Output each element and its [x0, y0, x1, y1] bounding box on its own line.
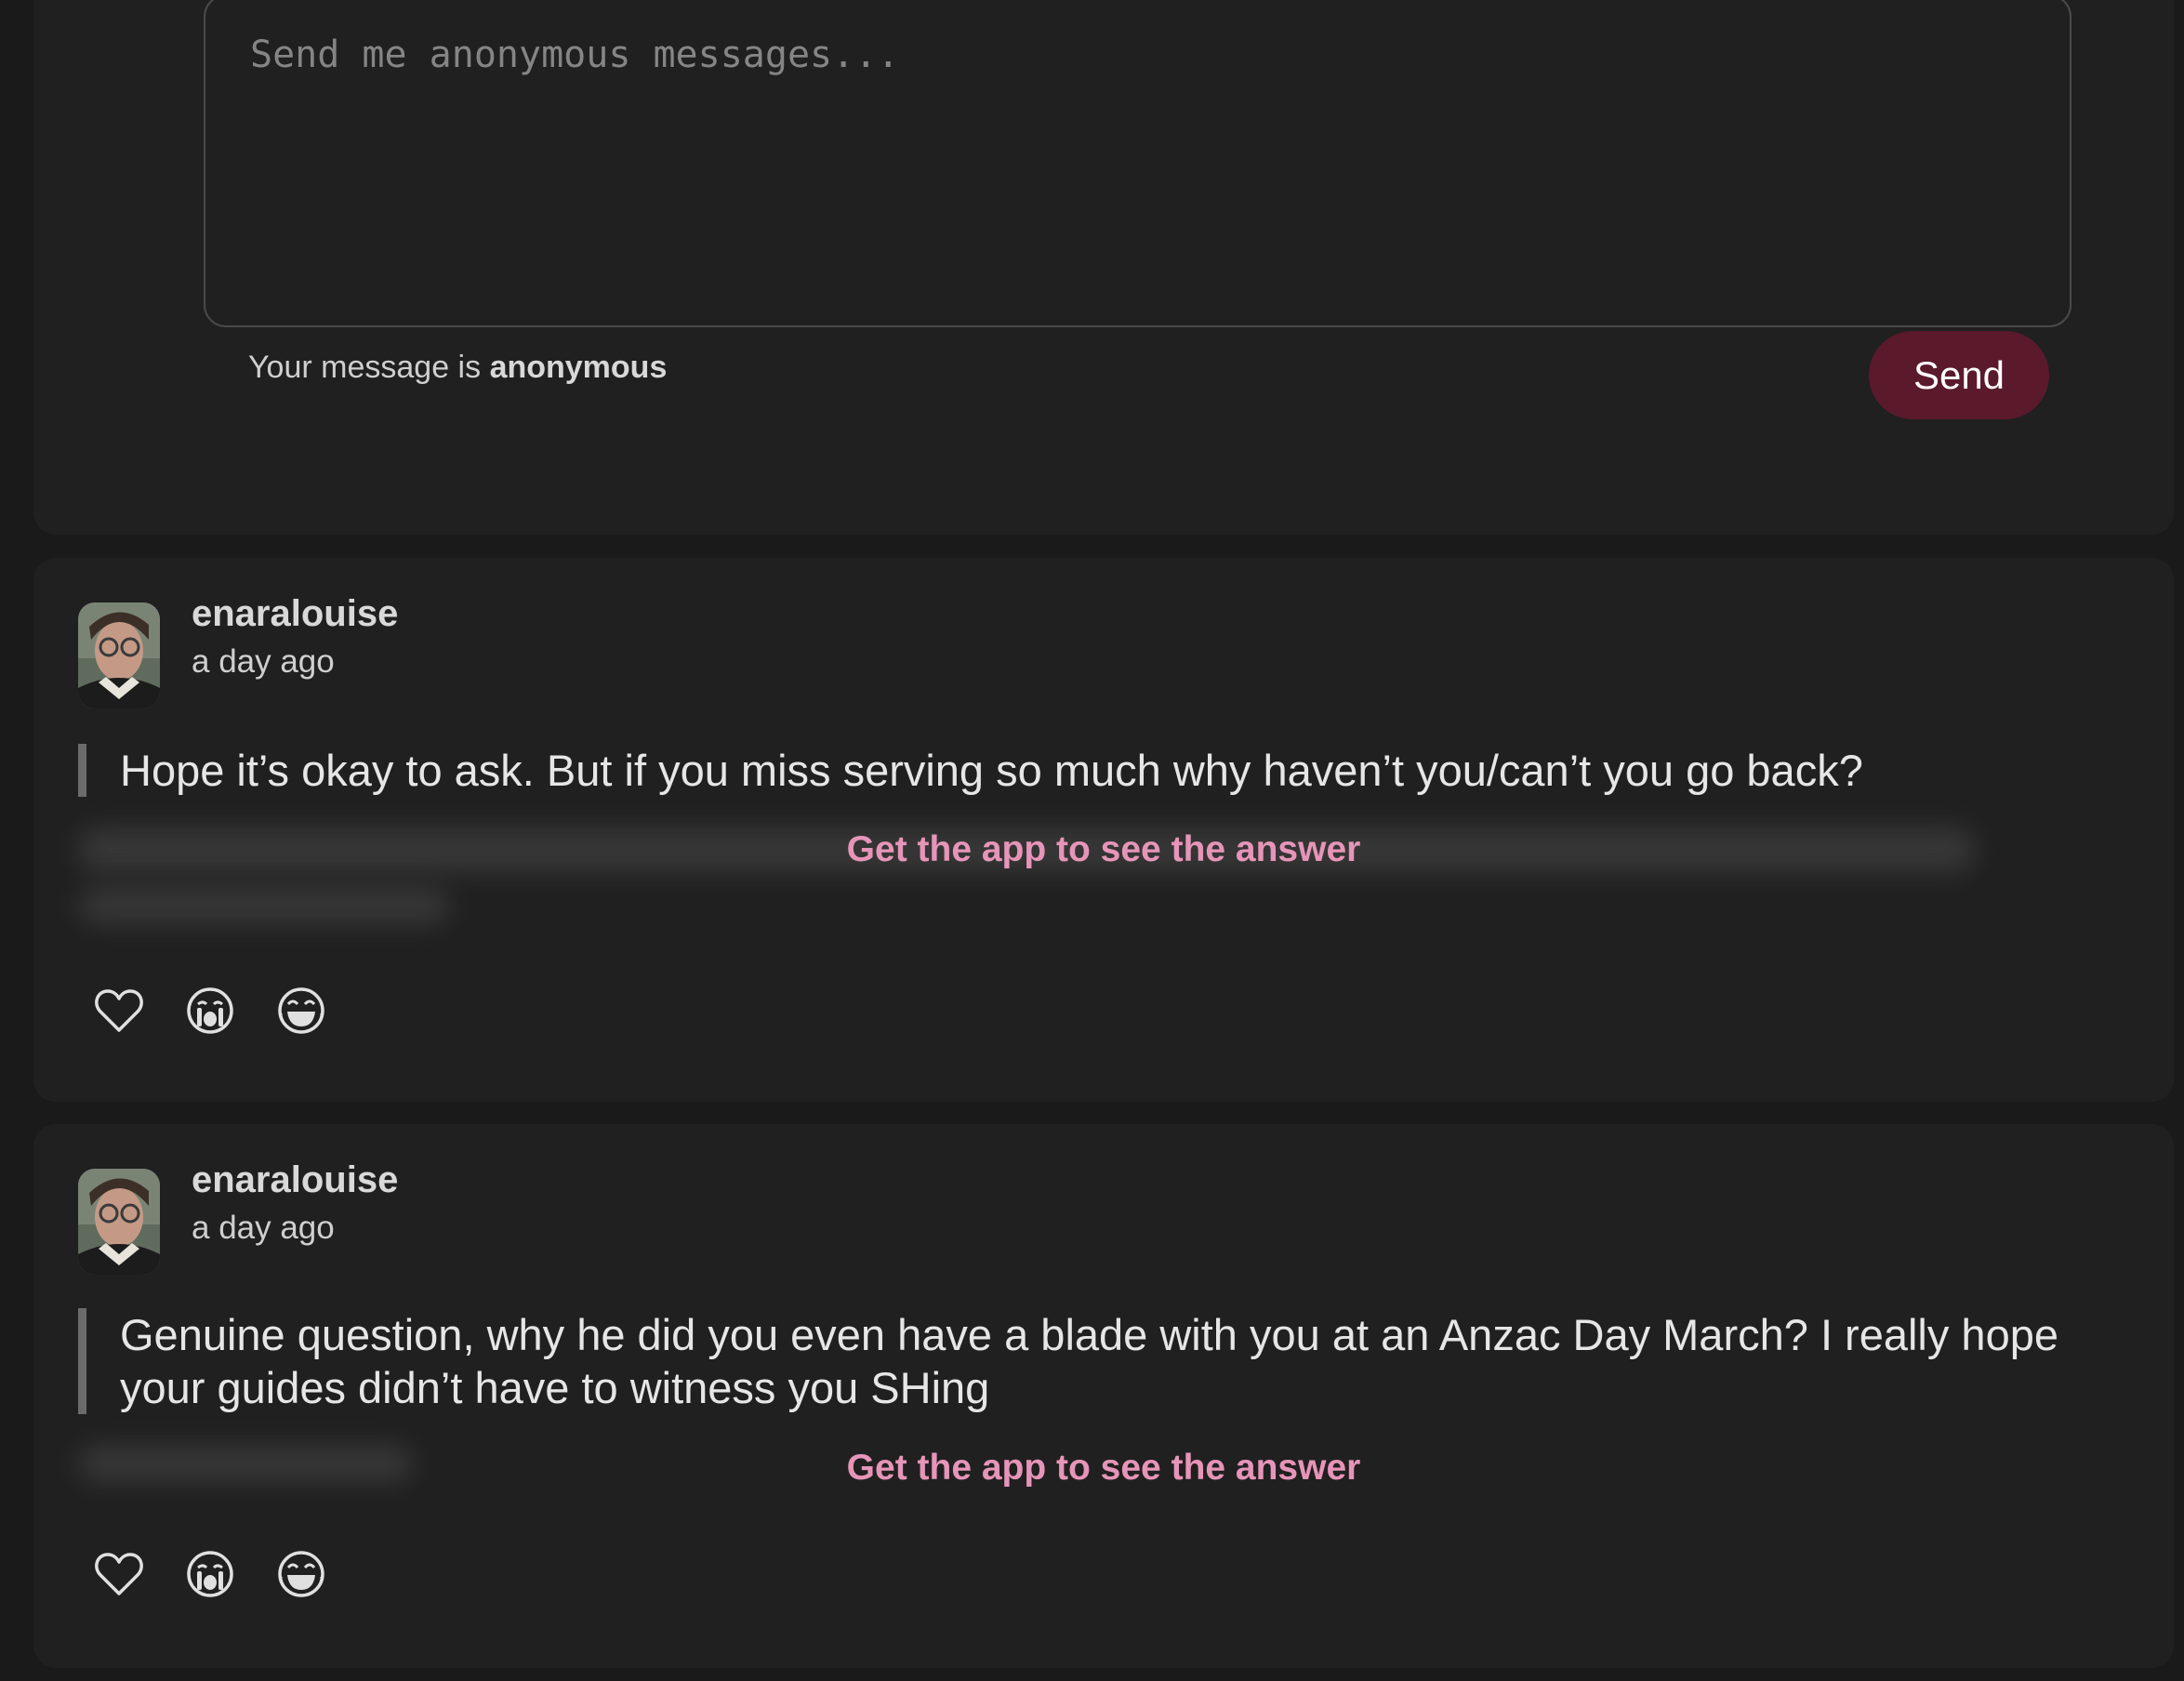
- get-app-link[interactable]: Get the app to see the answer: [33, 1448, 2174, 1489]
- get-app-link[interactable]: Get the app to see the answer: [33, 829, 2174, 870]
- avatar[interactable]: [78, 602, 160, 708]
- send-button[interactable]: Send: [1869, 331, 2049, 419]
- heart-icon[interactable]: [93, 1548, 145, 1600]
- reactions: [93, 1548, 327, 1600]
- question-card: enaralouise a day ago Hope it’s okay to …: [33, 558, 2174, 1102]
- question-text: Genuine question, why he did you even ha…: [78, 1308, 2142, 1414]
- compose-card: Your message is anonymous Send: [33, 0, 2174, 535]
- timestamp: a day ago: [192, 1210, 335, 1246]
- anonymous-note-emphasis: anonymous: [489, 350, 668, 385]
- username[interactable]: enaralouise: [192, 593, 398, 635]
- reactions: [93, 985, 327, 1037]
- crying-face-icon[interactable]: [184, 985, 236, 1037]
- laughing-face-icon[interactable]: [275, 985, 327, 1037]
- question-card: enaralouise a day ago Genuine question, …: [33, 1124, 2174, 1668]
- heart-icon[interactable]: [93, 985, 145, 1037]
- laughing-face-icon[interactable]: [275, 1548, 327, 1600]
- message-input[interactable]: [204, 0, 2071, 327]
- username[interactable]: enaralouise: [192, 1159, 398, 1201]
- crying-face-icon[interactable]: [184, 1548, 236, 1600]
- timestamp: a day ago: [192, 643, 335, 680]
- blurred-answer-line: [78, 887, 450, 924]
- anonymous-note: Your message is anonymous: [248, 350, 667, 386]
- question-text: Hope it’s okay to ask. But if you miss s…: [78, 744, 2142, 797]
- anonymous-note-prefix: Your message is: [248, 350, 482, 385]
- page: Your message is anonymous Send enaraloui…: [0, 0, 2184, 1681]
- avatar[interactable]: [78, 1169, 160, 1275]
